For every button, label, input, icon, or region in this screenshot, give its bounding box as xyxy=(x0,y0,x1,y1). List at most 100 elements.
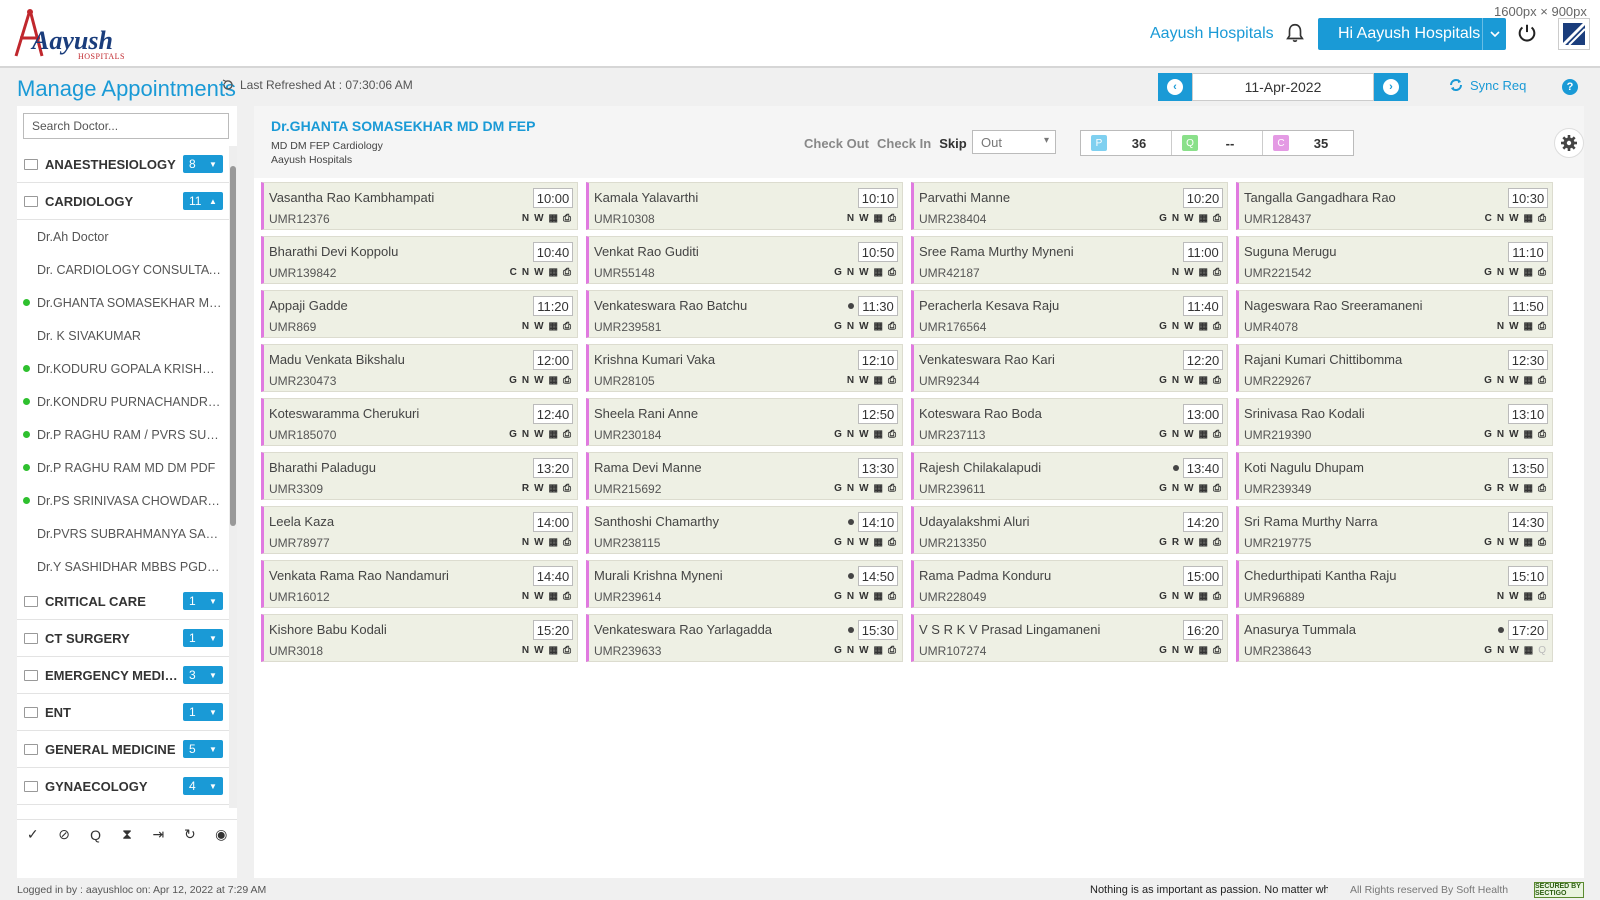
appointment-slot[interactable]: Rama Padma Konduru UMR228049 15:00 G N W ▦ ⎙ xyxy=(911,560,1228,608)
flag-n[interactable]: N xyxy=(1497,213,1504,224)
grid-icon[interactable]: ▦ xyxy=(549,429,558,440)
patient-name[interactable]: Sree Rama Murthy Myneni xyxy=(919,244,1074,259)
flag-w[interactable]: W xyxy=(1509,267,1518,278)
flag-w[interactable]: W xyxy=(534,375,543,386)
check-icon[interactable]: ✓ xyxy=(17,820,48,849)
department-item[interactable]: CARDIOLOGY 11 ▲ xyxy=(17,183,229,220)
flag-r[interactable]: R xyxy=(522,483,529,494)
flag-w[interactable]: W xyxy=(1509,213,1518,224)
doctor-item[interactable]: Dr.P RAGHU RAM MD DM PDF xyxy=(17,451,229,484)
queue-icon[interactable]: Q xyxy=(80,820,111,849)
grid-icon[interactable]: ▦ xyxy=(1524,321,1533,332)
flag-n[interactable]: N xyxy=(1497,321,1504,332)
grid-icon[interactable]: ▦ xyxy=(874,537,883,548)
search-doctor-input[interactable] xyxy=(23,113,229,139)
print-icon[interactable]: ⎙ xyxy=(563,537,571,548)
print-icon[interactable]: ⎙ xyxy=(888,591,896,602)
check-in-button[interactable]: Check In xyxy=(877,136,931,151)
flag-w[interactable]: W xyxy=(859,321,868,332)
flag-w[interactable]: W xyxy=(1184,591,1193,602)
grid-icon[interactable]: ▦ xyxy=(874,213,883,224)
flag-w[interactable]: W xyxy=(859,591,868,602)
patient-name[interactable]: Sheela Rani Anne xyxy=(594,406,698,421)
print-icon[interactable]: ⎙ xyxy=(563,429,571,440)
grid-icon[interactable]: ▦ xyxy=(1199,537,1208,548)
print-icon[interactable]: ⎙ xyxy=(1213,321,1221,332)
department-count-badge[interactable]: 1 ▼ xyxy=(183,592,223,610)
print-icon[interactable]: ⎙ xyxy=(1538,591,1546,602)
flag-g[interactable]: G xyxy=(509,429,517,440)
department-count-badge[interactable]: 11 ▲ xyxy=(183,192,223,210)
flag-c[interactable]: C xyxy=(510,267,517,278)
department-item[interactable]: CRITICAL CARE 1 ▼ xyxy=(17,583,229,620)
grid-icon[interactable]: ▦ xyxy=(1199,483,1208,494)
patient-name[interactable]: Bharathi Paladugu xyxy=(269,460,376,475)
department-item[interactable]: ANAESTHESIOLOGY 8 ▼ xyxy=(17,146,229,183)
flag-n[interactable]: N xyxy=(847,483,854,494)
patient-name[interactable]: Kamala Yalavarthi xyxy=(594,190,698,205)
power-icon[interactable] xyxy=(1516,22,1538,44)
grid-icon[interactable]: ▦ xyxy=(1524,375,1533,386)
flag-g[interactable]: G xyxy=(1159,321,1167,332)
flag-g[interactable]: G xyxy=(1159,483,1167,494)
flag-g[interactable]: G xyxy=(1484,429,1492,440)
flag-g[interactable]: G xyxy=(1159,645,1167,656)
patient-name[interactable]: Rajani Kumari Chittibomma xyxy=(1244,352,1402,367)
grid-icon[interactable]: ▦ xyxy=(549,267,558,278)
grid-icon[interactable]: ▦ xyxy=(1199,429,1208,440)
print-icon[interactable]: ⎙ xyxy=(563,213,571,224)
department-count-badge[interactable]: 5 ▼ xyxy=(183,740,223,758)
appointment-slot[interactable]: Krishna Kumari Vaka UMR28105 12:10 N W ▦ ⎙ xyxy=(586,344,903,392)
flag-w[interactable]: W xyxy=(534,537,543,548)
print-icon[interactable]: ⎙ xyxy=(888,645,896,656)
print-icon[interactable]: ⎙ xyxy=(1538,537,1546,548)
appointment-slot[interactable]: Koteswaramma Cherukuri UMR185070 12:40 G N W ▦… xyxy=(261,398,578,446)
grid-icon[interactable]: ▦ xyxy=(874,483,883,494)
patient-name[interactable]: Madu Venkata Bikshalu xyxy=(269,352,405,367)
appointment-slot[interactable]: Venkat Rao Guditi UMR55148 10:50 G N W ▦ ⎙ xyxy=(586,236,903,284)
flag-w[interactable]: W xyxy=(1509,321,1518,332)
flag-w[interactable]: W xyxy=(1509,645,1518,656)
appointment-slot[interactable]: Parvathi Manne UMR238404 10:20 G N W ▦ ⎙ xyxy=(911,182,1228,230)
print-icon[interactable]: ⎙ xyxy=(563,591,571,602)
flag-n[interactable]: N xyxy=(1172,429,1179,440)
flag-g[interactable]: G xyxy=(834,645,842,656)
flag-n[interactable]: N xyxy=(1172,213,1179,224)
grid-icon[interactable]: ▦ xyxy=(1524,213,1533,224)
flag-n[interactable]: N xyxy=(847,429,854,440)
patient-name[interactable]: Bharathi Devi Koppolu xyxy=(269,244,398,259)
print-icon[interactable]: ⎙ xyxy=(1213,267,1221,278)
grid-icon[interactable]: ▦ xyxy=(1199,267,1208,278)
appointment-slot[interactable]: Peracherla Kesava Raju UMR176564 11:40 G N W ▦… xyxy=(911,290,1228,338)
check-out-button[interactable]: Check Out xyxy=(804,136,869,151)
print-icon[interactable]: ⎙ xyxy=(1538,213,1546,224)
print-icon[interactable]: ⎙ xyxy=(1538,483,1546,494)
print-icon[interactable]: ⎙ xyxy=(563,483,571,494)
flag-w[interactable]: W xyxy=(534,429,543,440)
flag-n[interactable]: N xyxy=(1497,267,1504,278)
doctor-item[interactable]: Dr. CARDIOLOGY CONSULTATION xyxy=(17,253,229,286)
flag-n[interactable]: N xyxy=(1172,321,1179,332)
patient-name[interactable]: Appaji Gadde xyxy=(269,298,348,313)
flag-w[interactable]: W xyxy=(1184,645,1193,656)
flag-g[interactable]: G xyxy=(834,267,842,278)
grid-icon[interactable]: ▦ xyxy=(1524,645,1533,656)
flag-n[interactable]: N xyxy=(522,591,529,602)
flag-g[interactable]: G xyxy=(1484,645,1492,656)
sync-request-button[interactable]: Sync Req xyxy=(1448,77,1526,93)
patient-name[interactable]: Anasurya Tummala xyxy=(1244,622,1356,637)
grid-icon[interactable]: ▦ xyxy=(549,375,558,386)
appointment-slot[interactable]: Suguna Merugu UMR221542 11:10 G N W ▦ ⎙ xyxy=(1236,236,1553,284)
patient-name[interactable]: Krishna Kumari Vaka xyxy=(594,352,715,367)
patient-name[interactable]: Rajesh Chilakalapudi xyxy=(919,460,1041,475)
doctor-status-select[interactable]: Out ▾ xyxy=(972,130,1056,154)
flag-g[interactable]: G xyxy=(1484,537,1492,548)
flag-g[interactable]: G xyxy=(1159,591,1167,602)
grid-icon[interactable]: ▦ xyxy=(1199,375,1208,386)
department-count-badge[interactable]: 1 ▼ xyxy=(183,703,223,721)
patient-name[interactable]: Murali Krishna Myneni xyxy=(594,568,723,583)
appointment-slot[interactable]: Sheela Rani Anne UMR230184 12:50 G N W ▦ ⎙ xyxy=(586,398,903,446)
patient-name[interactable]: Peracherla Kesava Raju xyxy=(919,298,1059,313)
patient-name[interactable]: Venkateswara Rao Yarlagadda xyxy=(594,622,772,637)
next-date-button[interactable]: › xyxy=(1374,73,1408,101)
